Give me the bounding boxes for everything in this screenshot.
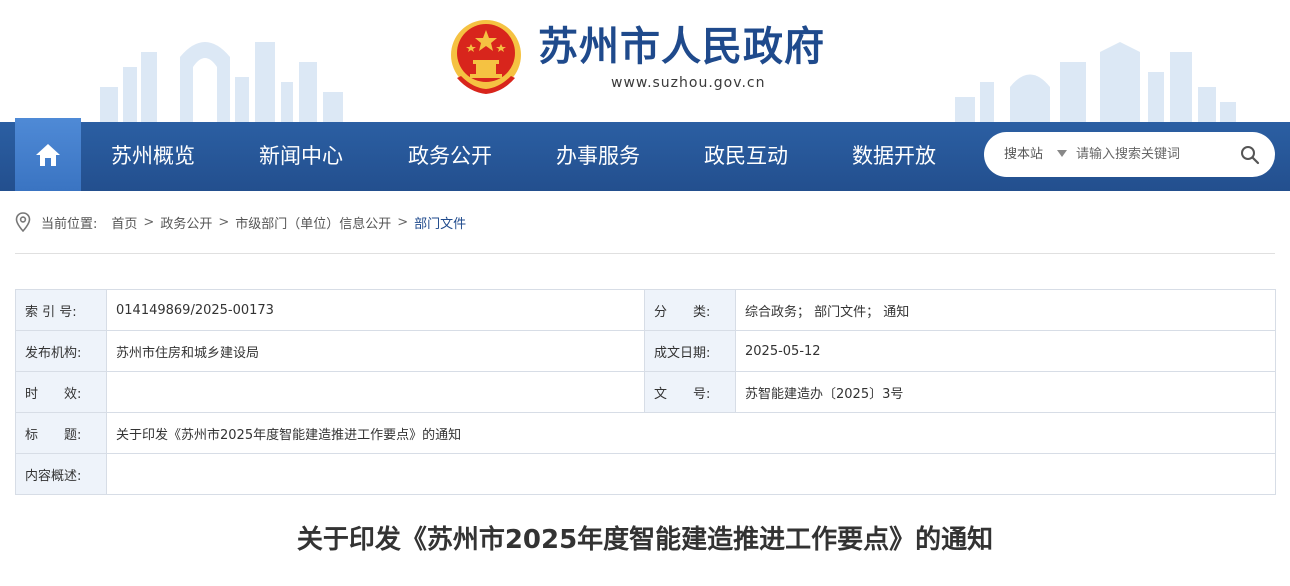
nav-home-button[interactable] (15, 118, 81, 191)
title-label: 标 题: (15, 412, 107, 454)
breadcrumb-prefix: 当前位置: (41, 216, 98, 232)
date-label: 成文日期: (644, 330, 736, 372)
category-label: 分 类: (644, 289, 736, 331)
search-scope-select[interactable]: 搜本站 (1004, 132, 1043, 177)
document-info-table: 索 引 号: 014149869/2025-00173 分 类: 综合政务； 部… (15, 289, 1276, 495)
site-url: www.suzhou.gov.cn (611, 75, 766, 91)
site-title: 苏州市人民政府 (538, 24, 825, 70)
breadcrumb-separator: > (218, 214, 230, 230)
header-banner: 苏州市人民政府 www.suzhou.gov.cn (0, 0, 1290, 122)
document-number-value: 苏智能建造办〔2025〕3号 (735, 371, 1276, 413)
breadcrumb-government-affairs[interactable]: 政务公开 (160, 213, 212, 232)
table-row: 标 题: 关于印发《苏州市2025年度智能建造推进工作要点》的通知 (15, 412, 1276, 454)
category-value: 综合政务； 部门文件； 通知 (735, 289, 1276, 331)
skyline-right-decoration (955, 42, 1236, 122)
summary-label: 内容概述: (15, 453, 107, 495)
article-title: 关于印发《苏州市2025年度智能建造推进工作要点》的通知 (296, 525, 994, 555)
nav-item-open-data[interactable]: 数据开放 (852, 122, 936, 191)
publisher-value: 苏州市住房和城乡建设局 (106, 330, 645, 372)
search-box: 搜本站 (984, 132, 1275, 177)
table-row: 发布机构: 苏州市住房和城乡建设局 成文日期: 2025-05-12 (15, 330, 1276, 372)
chevron-down-icon[interactable] (1057, 150, 1067, 157)
breadcrumb: 当前位置: 首页 > 政务公开 > 市级部门（单位）信息公开 > 部门文件 (15, 211, 466, 233)
nav-item-government-affairs[interactable]: 政务公开 (408, 122, 492, 191)
main-navbar: 苏州概览 新闻中心 政务公开 办事服务 政民互动 数据开放 搜本站 (0, 118, 1290, 191)
publisher-label: 发布机构: (15, 330, 107, 372)
nav-item-news[interactable]: 新闻中心 (259, 122, 343, 191)
nav-item-services[interactable]: 办事服务 (556, 122, 640, 191)
search-input[interactable] (1076, 140, 1226, 169)
table-row: 索 引 号: 014149869/2025-00173 分 类: 综合政务； 部… (15, 289, 1276, 331)
nav-item-interaction[interactable]: 政民互动 (704, 122, 788, 191)
breadcrumb-separator: > (397, 214, 409, 230)
search-icon[interactable] (1240, 145, 1260, 165)
document-number-label: 文 号: (644, 371, 736, 413)
breadcrumb-municipal-departments[interactable]: 市级部门（单位）信息公开 (235, 213, 391, 232)
validity-label: 时 效: (15, 371, 107, 413)
home-icon (36, 143, 60, 166)
date-value: 2025-05-12 (735, 330, 1276, 372)
validity-value (106, 371, 645, 413)
nav-item-overview[interactable]: 苏州概览 (111, 122, 195, 191)
location-pin-icon (15, 212, 31, 232)
title-value: 关于印发《苏州市2025年度智能建造推进工作要点》的通知 (106, 412, 1276, 454)
summary-value (106, 453, 1276, 495)
skyline-left-decoration (100, 42, 343, 122)
breadcrumb-home[interactable]: 首页 (111, 213, 137, 232)
index-label: 索 引 号: (15, 289, 107, 331)
breadcrumb-divider (15, 253, 1275, 254)
breadcrumb-department-documents[interactable]: 部门文件 (414, 213, 466, 232)
table-row: 时 效: 文 号: 苏智能建造办〔2025〕3号 (15, 371, 1276, 413)
breadcrumb-separator: > (143, 214, 155, 230)
national-emblem-icon (451, 20, 521, 94)
table-row: 内容概述: (15, 453, 1276, 495)
index-value: 014149869/2025-00173 (106, 289, 645, 331)
